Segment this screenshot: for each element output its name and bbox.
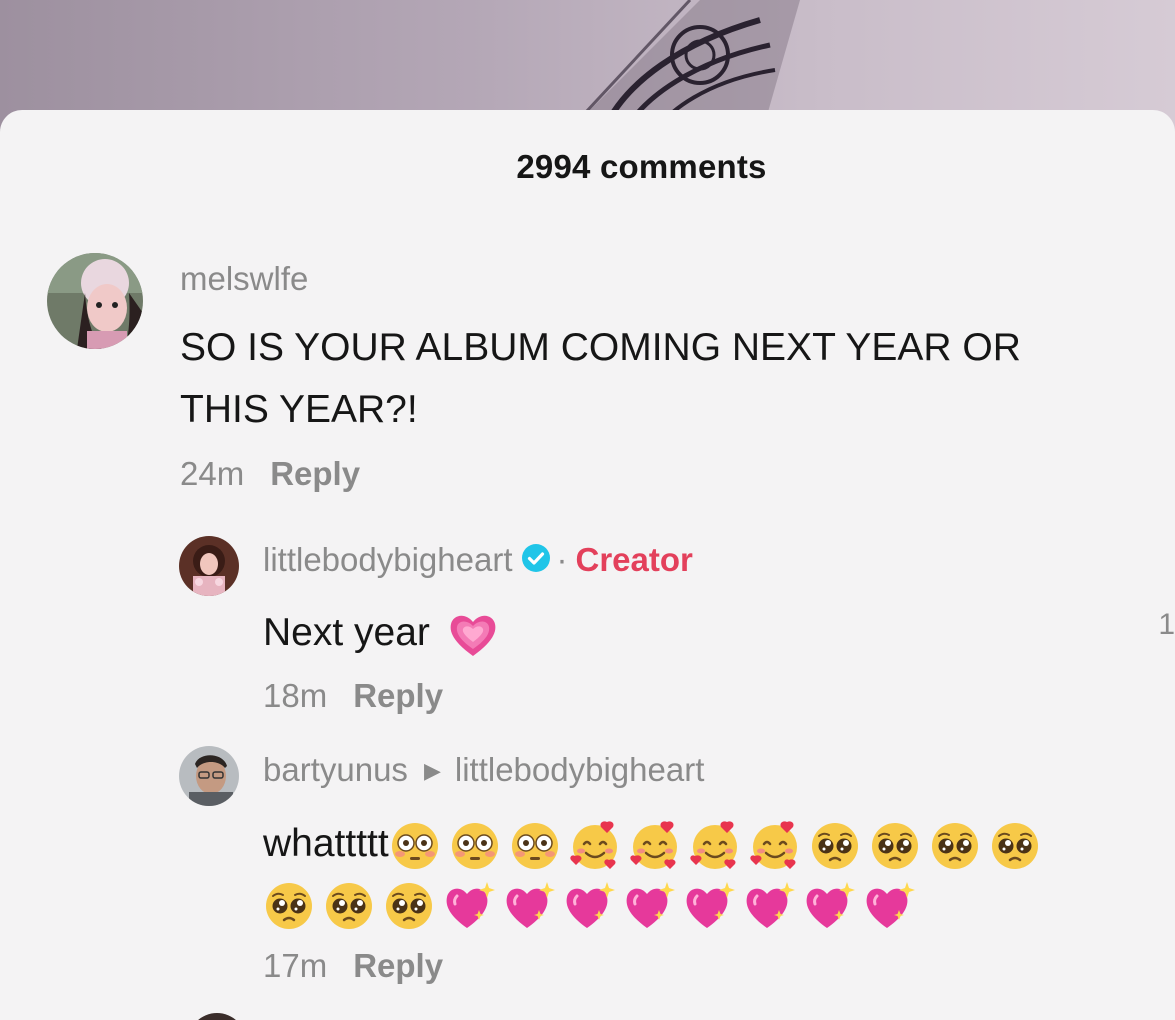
username-bartyunus[interactable]: bartyunus [263,751,408,788]
smiling-face-with-hearts-emoji [629,820,681,872]
pleading-face-emoji [989,820,1041,872]
comment-meta: 17m Reply [263,947,443,985]
flushed-face-emoji [389,820,441,872]
emoji-row [263,881,923,929]
sparkling-heart-emoji [683,880,735,932]
sparkling-heart-emoji [503,880,555,932]
comment-author-row: bartyunus ▶ littlebodybigheart [263,751,704,789]
sparkling-heart-emoji [743,880,795,932]
next-comment-avatar[interactable] [188,1013,246,1020]
comment-meta: 24m Reply [180,455,360,493]
comment-text: whattttt [263,813,1049,875]
avatar-littlebodybigheart[interactable] [179,536,239,596]
sparkling-heart-emoji [863,880,915,932]
sparkling-heart-emoji [443,880,495,932]
comment-text-content: whattttt [263,822,389,865]
comment-time: 17m [263,947,328,984]
username-melswlfe[interactable]: melswlfe [180,260,308,298]
creator-label: Creator [575,541,693,578]
comment-author-row: littlebodybigheart · Creator [263,541,693,581]
reply-button[interactable]: Reply [270,455,360,492]
comment-time: 24m [180,455,245,492]
comment-meta: 18m Reply [263,677,443,715]
verified-badge-icon [521,543,551,581]
sparkling-heart-emoji [803,880,855,932]
pleading-face-emoji [809,820,861,872]
smiling-face-with-hearts-emoji [689,820,741,872]
avatar-melswlfe[interactable] [47,253,143,349]
comments-sheet: 2994 comments melswlfe SO IS YOUR ALBUM … [0,110,1175,1020]
pleading-face-emoji [869,820,921,872]
pleading-face-emoji [323,880,375,932]
reply-to-username[interactable]: littlebodybigheart [455,751,705,788]
pleading-face-emoji [383,880,435,932]
growing-heart-emoji [447,609,499,661]
comment-text: Next year [263,602,507,664]
username-littlebodybigheart[interactable]: littlebodybigheart [263,541,513,578]
reply-button[interactable]: Reply [353,677,443,714]
reply-to-arrow-icon: ▶ [423,758,441,783]
edge-count: 1 [1158,608,1175,641]
comment-text-line: SO IS YOUR ALBUM COMING NEXT YEAR OR [180,326,1021,369]
comment-text-line: THIS YEAR?! [180,388,418,431]
pleading-face-emoji [929,820,981,872]
smiling-face-with-hearts-emoji [749,820,801,872]
pleading-face-emoji [263,880,315,932]
flushed-face-emoji [449,820,501,872]
emoji-row [389,821,1049,869]
emoji-row-2 [263,873,923,935]
reply-button[interactable]: Reply [353,947,443,984]
smiling-face-with-hearts-emoji [569,820,621,872]
comment-text-content: Next year [263,611,430,654]
separator-dot: · [556,541,568,578]
comments-count-title: 2994 comments [516,148,767,185]
avatar-bartyunus[interactable] [179,746,239,806]
flushed-face-emoji [509,820,561,872]
sparkling-heart-emoji [623,880,675,932]
comment-time: 18m [263,677,328,714]
sparkling-heart-emoji [563,880,615,932]
